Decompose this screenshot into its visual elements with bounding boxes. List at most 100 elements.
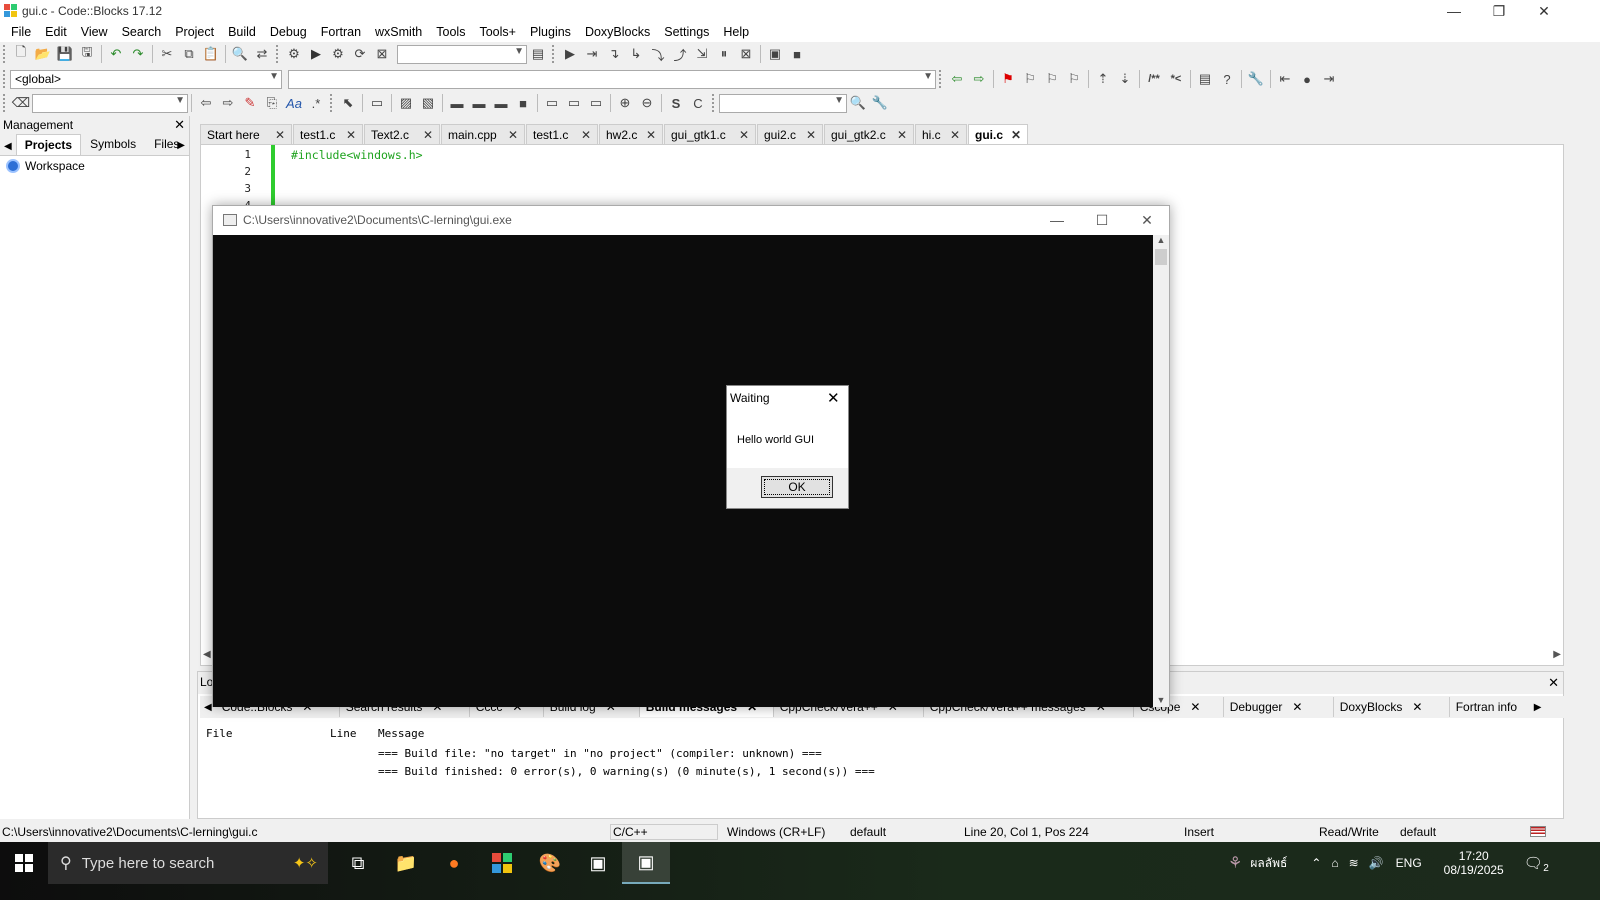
debug-info-icon[interactable]: ■ — [786, 43, 808, 65]
windows-start-icon[interactable] — [0, 842, 48, 884]
toolbar-grip[interactable] — [3, 70, 7, 88]
menu-view[interactable]: View — [74, 25, 115, 39]
run-icon[interactable]: ▶ — [305, 43, 327, 65]
toolbar-grip[interactable] — [552, 45, 556, 63]
stop-s-icon[interactable]: S — [665, 92, 687, 114]
chevron-up-icon[interactable]: ⌃ — [1311, 856, 1321, 870]
wx-align-center-icon[interactable]: ▬ — [468, 92, 490, 114]
editor-tab[interactable]: main.cpp ✕ — [441, 124, 525, 144]
stop-debug-icon[interactable]: ⊠ — [735, 43, 757, 65]
user-avatar-icon[interactable]: ⚘ — [1228, 853, 1242, 873]
column-file[interactable]: File — [206, 727, 330, 747]
task-view-icon[interactable]: ⧉ — [334, 842, 382, 884]
console-scrollbar[interactable]: ▲ ▼ — [1153, 235, 1169, 707]
close-icon[interactable]: ✕ — [500, 128, 518, 142]
menu-tools[interactable]: Tools — [429, 25, 472, 39]
bookmark-prev-icon[interactable]: ⚐ — [1019, 68, 1041, 90]
doxy-config-icon[interactable]: 🔧 — [1245, 68, 1267, 90]
build-run-icon[interactable]: ⚙ — [327, 43, 349, 65]
close-icon[interactable]: ✕ — [1190, 700, 1200, 714]
build-options-icon[interactable]: ▤ — [527, 43, 549, 65]
tab-scroll-left-icon[interactable]: ◀ — [0, 138, 16, 155]
thread-search-options-icon[interactable]: 🔧 — [869, 92, 891, 114]
doxy-inline-icon[interactable]: *< — [1165, 68, 1187, 90]
prev-error-icon[interactable]: ⇡ — [1092, 68, 1114, 90]
close-icon[interactable]: ✕ — [1412, 700, 1422, 714]
bookmark-toggle-icon[interactable]: ⚑ — [997, 68, 1019, 90]
editor-tab[interactable]: test1.c ✕ — [293, 124, 363, 144]
redo-icon[interactable]: ↷ — [127, 43, 149, 65]
selected-text-icon[interactable]: ⎘ — [261, 92, 283, 114]
wx-border-right-icon[interactable]: ▭ — [563, 92, 585, 114]
clear-search-icon[interactable]: ⌫ — [10, 92, 32, 114]
zoom-out-icon[interactable]: ⊖ — [636, 92, 658, 114]
step-instruction-icon[interactable]: ⇲ — [691, 43, 713, 65]
fortran-jump-forward-icon[interactable]: ⇥ — [1318, 68, 1340, 90]
log-tab[interactable]: DoxyBlocks ✕ — [1334, 697, 1450, 717]
editor-tab[interactable]: gui_gtk1.c ✕ — [664, 124, 756, 144]
editor-tab[interactable]: gui2.c ✕ — [757, 124, 823, 144]
close-icon[interactable]: ✕ — [1003, 128, 1021, 142]
doxy-run-icon[interactable]: ▤ — [1194, 68, 1216, 90]
codeblocks-taskbar-icon[interactable] — [478, 842, 526, 884]
tab-symbols[interactable]: Symbols — [81, 133, 145, 155]
editor-tab[interactable]: hi.c ✕ — [915, 124, 967, 144]
log-tab[interactable]: Fortran info — [1450, 697, 1530, 717]
close-icon[interactable]: ✕ — [638, 128, 656, 142]
volume-icon[interactable]: 🔊 — [1369, 856, 1384, 870]
minimize-button[interactable]: — — [1431, 0, 1477, 22]
file-explorer-icon[interactable]: 📁 — [382, 842, 430, 884]
close-button[interactable]: ✕ — [1521, 0, 1567, 22]
close-icon[interactable]: ✕ — [174, 117, 185, 133]
toolbar-grip[interactable] — [3, 45, 7, 63]
scope-combo[interactable]: <global> ▼ — [10, 69, 282, 89]
console-maximize-button[interactable]: ☐ — [1080, 206, 1124, 234]
console-output[interactable] — [213, 235, 1153, 707]
toolbar-grip[interactable] — [939, 70, 943, 88]
editor-tab-active[interactable]: gui.c ✕ — [968, 124, 1028, 144]
tab-projects[interactable]: Projects — [15, 134, 82, 155]
console-close-button[interactable]: ✕ — [1125, 206, 1169, 234]
toolbar-grip[interactable] — [712, 94, 716, 112]
incremental-search-input[interactable]: ▼ — [32, 93, 188, 113]
menu-tools-plus[interactable]: Tools+ — [472, 25, 522, 39]
language-indicator[interactable]: ENG — [1396, 856, 1422, 870]
bookmark-clear-icon[interactable]: ⚐ — [1063, 68, 1085, 90]
find-icon[interactable]: 🔍 — [229, 43, 251, 65]
column-message[interactable]: Message — [378, 727, 424, 747]
toolbar-grip[interactable] — [276, 45, 280, 63]
editor-tab[interactable]: hw2.c ✕ — [599, 124, 663, 144]
wx-box-icon[interactable]: ▭ — [366, 92, 388, 114]
cut-icon[interactable]: ✂ — [156, 43, 178, 65]
menu-wxsmith[interactable]: wxSmith — [368, 25, 429, 39]
wx-image-icon[interactable]: ▨ — [395, 92, 417, 114]
fortran-dot-icon[interactable]: ● — [1296, 68, 1318, 90]
search-next-icon[interactable]: ⇨ — [217, 92, 239, 114]
menu-build[interactable]: Build — [221, 25, 263, 39]
wx-border-all-icon[interactable]: ▭ — [585, 92, 607, 114]
step-into-icon[interactable]: ⤵ — [647, 43, 669, 65]
editor-tab[interactable]: Start here ✕ — [200, 124, 292, 144]
log-tab[interactable]: Debugger ✕ — [1224, 697, 1334, 717]
pointer-icon[interactable]: ⬉ — [337, 92, 359, 114]
scroll-thumb[interactable] — [1155, 249, 1167, 265]
menu-project[interactable]: Project — [168, 25, 221, 39]
next-line-icon[interactable]: ↴ — [603, 43, 625, 65]
close-icon[interactable]: ✕ — [338, 128, 356, 142]
jump-back-icon[interactable]: ⇦ — [946, 68, 968, 90]
scroll-right-icon[interactable]: ▶ — [1553, 649, 1561, 663]
wx-align-top-icon[interactable]: ▬ — [446, 92, 468, 114]
menu-file[interactable]: File — [4, 25, 38, 39]
ok-button[interactable]: OK — [761, 476, 833, 498]
close-icon[interactable]: ✕ — [798, 128, 816, 142]
menu-debug[interactable]: Debug — [263, 25, 314, 39]
menu-search[interactable]: Search — [115, 25, 169, 39]
dialog-close-icon[interactable]: ✕ — [827, 389, 840, 407]
device-icon[interactable]: ⌂ — [1331, 856, 1338, 870]
close-icon[interactable]: ✕ — [1548, 675, 1559, 691]
save-all-icon[interactable]: 🖫 — [76, 43, 98, 65]
bookmark-next-icon[interactable]: ⚐ — [1041, 68, 1063, 90]
search-prev-icon[interactable]: ⇦ — [195, 92, 217, 114]
wx-align-bottom-icon[interactable]: ▬ — [490, 92, 512, 114]
abort-icon[interactable]: ⊠ — [371, 43, 393, 65]
